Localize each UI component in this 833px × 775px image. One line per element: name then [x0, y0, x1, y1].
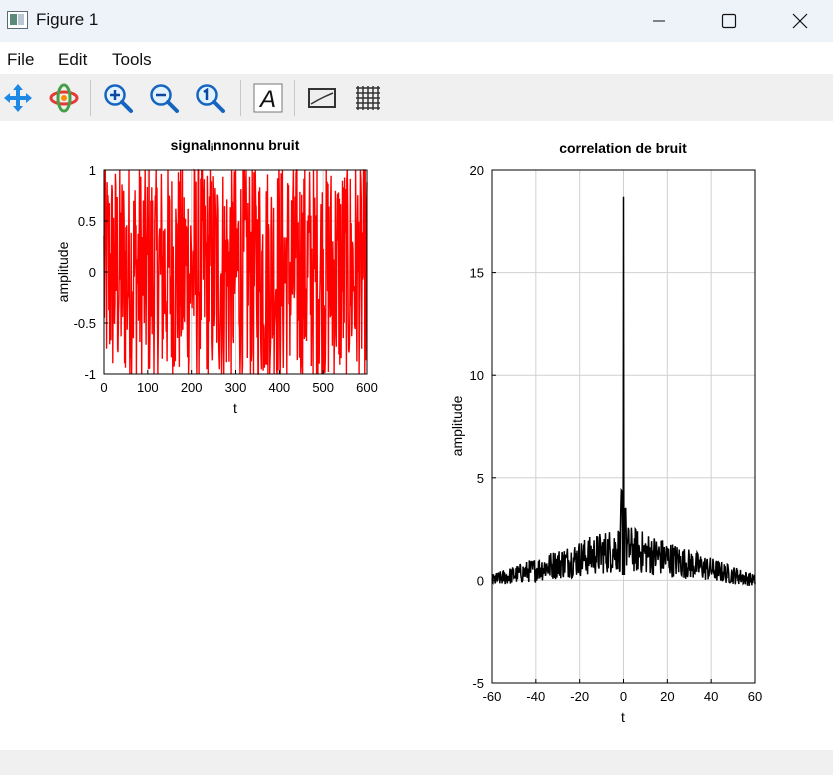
correlation-xtick-label: 40 [704, 689, 718, 704]
signal-xtick-label: 400 [268, 380, 290, 395]
rotate-button[interactable] [46, 80, 82, 116]
zoom-in-button[interactable] [100, 80, 136, 116]
zoom-reset-button[interactable] [192, 80, 228, 116]
signal-ytick-label: 0.5 [78, 214, 96, 229]
toolbar-separator [240, 80, 241, 116]
toolbar-separator [90, 80, 91, 116]
zoom-out-icon [150, 84, 179, 113]
figure-svg: signalᵢnnonnu bruit t amplitude 0 100 200 3… [55, 137, 762, 725]
signal-axes[interactable]: signalᵢnnonnu bruit t amplitude 0 100 200 3… [55, 137, 378, 416]
signal-xtick-label: 100 [137, 380, 159, 395]
maximize-button[interactable] [706, 0, 752, 42]
signal-title: signalᵢnnonnu bruit [171, 137, 300, 153]
correlation-ytick-label: 10 [470, 368, 484, 383]
correlation-xtick-label: 60 [748, 689, 762, 704]
status-bar [0, 750, 833, 775]
toolbar-separator [294, 80, 295, 116]
grid-icon [356, 86, 380, 110]
toolbar: A [0, 74, 833, 121]
figure-app-icon [7, 11, 28, 29]
correlation-ytick-label: 15 [470, 266, 484, 281]
menu-edit[interactable]: Edit [58, 50, 87, 70]
correlation-xtick-label: 20 [660, 689, 674, 704]
text-tool-button[interactable]: A [250, 80, 286, 116]
signal-ytick-label: -1 [84, 367, 96, 382]
figure-canvas[interactable]: signalᵢnnonnu bruit t amplitude 0 100 200 3… [0, 121, 833, 750]
correlation-ylabel: amplitude [449, 395, 465, 456]
grid-button[interactable] [350, 80, 386, 116]
text-icon: A [253, 83, 283, 113]
signal-ytick-label: -0.5 [74, 316, 96, 331]
correlation-xtick-label: -20 [570, 689, 589, 704]
menu-file[interactable]: File [7, 50, 34, 70]
zoom-out-button[interactable] [146, 80, 182, 116]
close-icon [792, 13, 808, 29]
signal-xtick-label: 600 [356, 380, 378, 395]
signal-ytick-label: 0 [89, 265, 96, 280]
signal-xlabel: t [233, 400, 237, 416]
signal-ylabel: amplitude [55, 241, 71, 302]
title-bar: Figure 1 [0, 0, 833, 42]
correlation-ytick-label: 0 [477, 573, 484, 588]
signal-xtick-label: 0 [100, 380, 107, 395]
correlation-ytick-label: -5 [472, 676, 484, 691]
correlation-axes[interactable]: correlation de bruit t amplitude -60 -40 -… [449, 140, 762, 725]
correlation-title: correlation de bruit [559, 140, 687, 156]
signal-xtick-label: 300 [225, 380, 247, 395]
correlation-xtick-label: -40 [526, 689, 545, 704]
window-title: Figure 1 [36, 10, 99, 29]
signal-ytick-label: 1 [89, 163, 96, 178]
correlation-xlabel: t [621, 709, 625, 725]
maximize-icon [721, 13, 737, 29]
pan-icon [4, 84, 32, 112]
pan-button[interactable] [0, 80, 36, 116]
correlation-xtick-label: 0 [620, 689, 627, 704]
signal-xtick-label: 200 [181, 380, 203, 395]
correlation-ytick-label: 5 [477, 471, 484, 486]
correlation-series-line [491, 196, 756, 586]
minimize-button[interactable] [636, 0, 682, 42]
menu-bar: File Edit Tools [0, 42, 833, 74]
signal-xtick-label: 500 [312, 380, 334, 395]
text-icon-glyph: A [258, 86, 276, 113]
correlation-xtick-label: -60 [483, 689, 502, 704]
zoom-in-icon [104, 84, 133, 113]
axes-button[interactable] [304, 80, 340, 116]
rotate-icon [49, 83, 79, 113]
correlation-ytick-label: 20 [470, 163, 484, 178]
axes-icon [308, 88, 336, 108]
zoom-reset-icon [196, 84, 225, 113]
minimize-icon [653, 20, 665, 22]
menu-tools[interactable]: Tools [112, 50, 152, 70]
close-button[interactable] [777, 0, 823, 42]
